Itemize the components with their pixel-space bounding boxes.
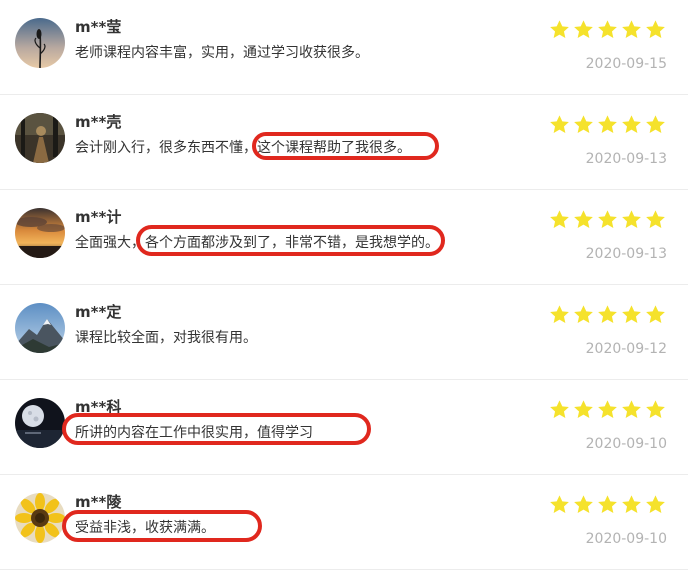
username: m**莹 — [75, 18, 122, 36]
username: m**陵 — [75, 493, 122, 511]
star-rating — [549, 19, 667, 40]
star-icon — [621, 114, 642, 135]
star-icon — [573, 304, 594, 325]
username: m**定 — [75, 303, 122, 321]
review-item: m**定 课程比较全面，对我很有用。 2020-09-12 — [0, 285, 688, 380]
review-date: 2020-09-10 — [585, 531, 667, 547]
avatar[interactable] — [15, 18, 65, 68]
star-icon — [645, 494, 666, 515]
star-icon — [573, 494, 594, 515]
star-icon — [573, 19, 594, 40]
review-date: 2020-09-13 — [585, 151, 667, 167]
review-date: 2020-09-12 — [585, 341, 667, 357]
star-icon — [549, 19, 570, 40]
avatar[interactable] — [15, 208, 65, 258]
avatar[interactable] — [15, 398, 65, 448]
star-icon — [597, 494, 618, 515]
star-icon — [597, 19, 618, 40]
moon-lake-icon — [15, 398, 65, 448]
review-comment: 课程比较全面，对我很有用。 — [75, 330, 257, 346]
sunflower-icon — [15, 493, 65, 543]
star-icon — [597, 399, 618, 420]
star-icon — [621, 19, 642, 40]
star-icon — [645, 19, 666, 40]
star-icon — [549, 114, 570, 135]
review-comment: 老师课程内容丰富，实用，通过学习收获很多。 — [75, 45, 369, 61]
star-icon — [597, 114, 618, 135]
review-list: m**莹 老师课程内容丰富，实用，通过学习收获很多。 2020-09-15 m*… — [0, 0, 688, 570]
mountain-peak-icon — [15, 303, 65, 353]
star-rating — [549, 494, 667, 515]
night-sky-plant-icon — [15, 18, 65, 68]
star-rating — [549, 114, 667, 135]
star-rating — [549, 304, 667, 325]
star-rating — [549, 209, 667, 230]
star-icon — [645, 399, 666, 420]
review-date: 2020-09-13 — [585, 246, 667, 262]
forest-path-icon — [15, 113, 65, 163]
star-icon — [549, 304, 570, 325]
review-date: 2020-09-10 — [585, 436, 667, 452]
star-icon — [621, 209, 642, 230]
star-icon — [645, 304, 666, 325]
star-icon — [597, 304, 618, 325]
star-icon — [621, 304, 642, 325]
highlight-annotation — [62, 413, 371, 445]
star-icon — [621, 399, 642, 420]
avatar[interactable] — [15, 113, 65, 163]
sunset-clouds-icon — [15, 208, 65, 258]
star-icon — [549, 209, 570, 230]
review-date: 2020-09-15 — [585, 56, 667, 72]
star-icon — [645, 114, 666, 135]
star-icon — [549, 494, 570, 515]
star-icon — [621, 494, 642, 515]
review-item: m**莹 老师课程内容丰富，实用，通过学习收获很多。 2020-09-15 — [0, 0, 688, 95]
highlight-annotation — [136, 225, 445, 256]
highlight-annotation — [252, 132, 439, 160]
star-icon — [573, 114, 594, 135]
star-icon — [573, 399, 594, 420]
username: m**壳 — [75, 113, 122, 131]
username: m**计 — [75, 208, 122, 226]
avatar[interactable] — [15, 493, 65, 543]
star-icon — [573, 209, 594, 230]
star-icon — [549, 399, 570, 420]
star-rating — [549, 399, 667, 420]
star-icon — [645, 209, 666, 230]
star-icon — [597, 209, 618, 230]
avatar[interactable] — [15, 303, 65, 353]
highlight-annotation — [62, 510, 262, 542]
